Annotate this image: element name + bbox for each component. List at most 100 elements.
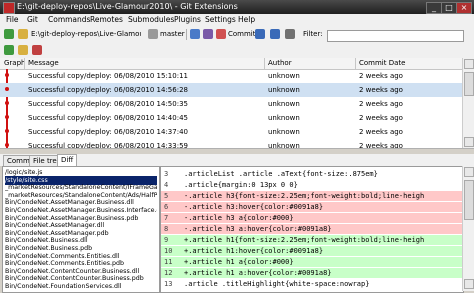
grid-scrollbar[interactable]: [462, 58, 474, 148]
commit-node: [5, 87, 9, 91]
scroll-thumb[interactable]: [464, 72, 474, 96]
tab-diff[interactable]: Diff: [57, 154, 78, 166]
changed-files-list: /logic/site.js/style/site.css _marketReso…: [2, 166, 160, 293]
column-author[interactable]: Author: [268, 59, 292, 67]
line-number: 4: [164, 181, 169, 189]
window-title: E:\git-deploy-repos\Live-Glamour2010\ - …: [17, 2, 238, 11]
minimize-button[interactable]: _: [426, 2, 442, 14]
diff-line: 6 -.article h3:hover{color:#0091a8}: [161, 202, 463, 212]
line-text: +.article h1:hover{color:#0091a8}: [184, 247, 324, 255]
line-text: .article .titleHighlight{white-space:now…: [184, 280, 370, 288]
diff-line: 9 +.article h1{font-size:2.25em;font-weig…: [161, 235, 463, 245]
commit-message: Successful copy/deploy: 06/08/2010 14:37…: [28, 128, 188, 136]
changed-file-item[interactable]: Bin/CondeNet.FoundationServices.dll: [5, 282, 157, 291]
diff-line: 8 -.article h3 a:hover{color:#0091a8}: [161, 224, 463, 234]
open-folder-icon[interactable]: [18, 29, 28, 39]
scroll-thumb[interactable]: [464, 180, 474, 220]
menu-git[interactable]: Git: [27, 15, 38, 24]
line-number: 7: [164, 214, 169, 222]
scroll-down-button[interactable]: [464, 279, 474, 289]
settings-icon[interactable]: [285, 29, 295, 39]
line-text: .articleList .article .aText{font-size:.…: [184, 170, 378, 178]
close-button[interactable]: ×: [456, 2, 472, 14]
git-extensions-icon: [3, 2, 15, 14]
diff-line: 5 -.article h3{font-size:2.25em;font-weig…: [161, 191, 463, 201]
refresh-icon[interactable]: [4, 29, 14, 39]
repository-path[interactable]: E:\git-deploy-repos\Live-Glamour2010\: [31, 30, 141, 38]
line-text: +.article h1 a:hover{color:#0091a8}: [184, 269, 332, 277]
filter-label: Filter:: [303, 30, 323, 38]
line-number: 12: [164, 269, 173, 277]
commit-node: [5, 129, 9, 133]
commit-date: 2 weeks ago: [359, 72, 403, 80]
line-text: -.article h3 a:hover{color:#0091a8}: [184, 225, 332, 233]
revision-row[interactable]: Successful copy/deploy: 06/08/2010 14:40…: [0, 111, 462, 125]
commit-message: Successful copy/deploy: 06/08/2010 14:50…: [28, 100, 188, 108]
commit-author: unknown: [268, 86, 300, 94]
diff-line: 11 +.article h1 a{color:#000}: [161, 257, 463, 267]
commit-button[interactable]: Commit: [228, 30, 256, 38]
commit-author: unknown: [268, 100, 300, 108]
scroll-down-button[interactable]: [464, 137, 474, 147]
line-number: 5: [164, 192, 169, 200]
column-divider: [264, 58, 265, 69]
line-text: -.article h3:hover{color:#0091a8}: [184, 203, 324, 211]
revision-row[interactable]: Successful copy/deploy: 06/08/2010 14:56…: [0, 83, 462, 97]
commit-node: [5, 115, 9, 119]
line-text: .article{margin:0 13px 0 0}: [184, 181, 298, 189]
column-graph[interactable]: Graph: [4, 59, 25, 67]
main-toolbar: E:\git-deploy-repos\Live-Glamour2010\ ma…: [0, 27, 474, 43]
refresh-revisions-icon[interactable]: [4, 45, 14, 55]
diff-line: 12 +.article h1 a:hover{color:#0091a8}: [161, 268, 463, 278]
revision-row[interactable]: Successful copy/deploy: 06/08/2010 14:50…: [0, 97, 462, 111]
menu-submodules[interactable]: Submodules: [128, 15, 174, 24]
commit-node: [5, 101, 9, 105]
filter-input[interactable]: [327, 30, 464, 42]
line-number: 13: [164, 280, 173, 288]
scroll-up-button[interactable]: [464, 167, 474, 177]
toolbar-separator: [186, 29, 187, 40]
menu-plugins[interactable]: Plugins: [174, 15, 201, 24]
commit-message: Successful copy/deploy: 06/08/2010 14:56…: [28, 86, 188, 94]
commit-author: unknown: [268, 114, 300, 122]
diff-line: 3 .articleList .article .aText{font-size…: [161, 169, 463, 179]
commit-node: [5, 143, 9, 147]
commit-message: Successful copy/deploy: 06/08/2010 14:40…: [28, 114, 188, 122]
line-text: +.article h1{font-size:2.25em;font-weigh…: [184, 236, 425, 244]
scroll-up-button[interactable]: [464, 59, 474, 69]
line-text: +.article h1 a{color:#000}: [184, 258, 294, 266]
line-number: 10: [164, 247, 173, 255]
commit-date: 2 weeks ago: [359, 100, 403, 108]
line-number: 8: [164, 225, 169, 233]
browse-icon[interactable]: [203, 29, 213, 39]
commit-date: 2 weeks ago: [359, 86, 403, 94]
menu-settings[interactable]: Settings: [205, 15, 236, 24]
commit-date: 2 weeks ago: [359, 114, 403, 122]
menu-help[interactable]: Help: [238, 15, 255, 24]
maximize-button[interactable]: □: [441, 2, 457, 14]
menu-file[interactable]: File: [6, 15, 19, 24]
column-divider: [355, 58, 356, 69]
revision-row[interactable]: Successful copy/deploy: 06/08/2010 14:37…: [0, 125, 462, 139]
tab-strip: Commit File tree Diff: [0, 154, 474, 166]
folder-icon[interactable]: [18, 45, 28, 55]
commit-icon: [216, 29, 226, 39]
revision-grid: Graph Message Author Commit Date Success…: [0, 58, 474, 150]
line-number: 11: [164, 258, 173, 266]
current-branch[interactable]: master: [160, 30, 185, 38]
diff-line: 10 +.article h1:hover{color:#0091a8}: [161, 246, 463, 256]
push-icon[interactable]: [270, 29, 280, 39]
gitk-icon[interactable]: [32, 45, 42, 55]
menu-remotes[interactable]: Remotes: [90, 15, 123, 24]
stash-icon[interactable]: [190, 29, 200, 39]
line-text: -.article h3 a{color:#000}: [184, 214, 294, 222]
menu-commands[interactable]: Commands: [48, 15, 90, 24]
diff-scrollbar[interactable]: [462, 166, 474, 291]
column-commit-date[interactable]: Commit Date: [359, 59, 405, 67]
column-message[interactable]: Message: [28, 59, 59, 67]
pull-icon[interactable]: [255, 29, 265, 39]
commit-message: Successful copy/deploy: 06/08/2010 15:10…: [28, 72, 188, 80]
branch-icon: [148, 29, 158, 39]
commit-node: [5, 73, 9, 77]
revision-row[interactable]: Successful copy/deploy: 06/08/2010 15:10…: [0, 69, 462, 83]
